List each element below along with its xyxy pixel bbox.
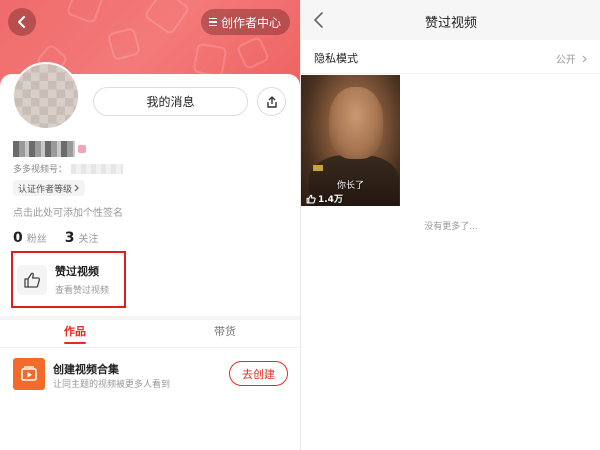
page-title: 赞过视频 <box>424 16 477 31</box>
collection-subtitle: 让同主题的视频被更多人看到 <box>53 380 171 390</box>
chevron-right-icon <box>582 55 587 63</box>
play-icon <box>21 366 37 381</box>
video-id-blurred <box>71 163 124 174</box>
cert-tag-label: 认证作者等级 <box>18 184 73 195</box>
create-collection-row: 创建视频合集 让同主题的视频被更多人看到 去创建 <box>13 358 289 392</box>
banner-decoration <box>65 0 105 25</box>
tab-works[interactable]: 作品 <box>64 323 86 339</box>
liked-videos-panel: 赞过视频 隐私模式 公开 你长了 1.4万 没有更多了... <box>300 0 600 450</box>
thumbnail-insignia <box>313 165 323 171</box>
content-tabs: 作品 带货 <box>0 320 300 348</box>
highlight-box: 赞过视频 查看赞过视频 <box>11 251 126 308</box>
banner-decoration <box>106 26 142 62</box>
my-messages-button[interactable]: 我的消息 <box>93 87 248 116</box>
username <box>13 140 86 158</box>
privacy-mode-row[interactable]: 隐私模式 公开 <box>301 40 600 74</box>
liked-videos-entry[interactable]: 赞过视频 查看赞过视频 <box>15 255 122 304</box>
privacy-value-text: 公开 <box>555 55 576 66</box>
collection-icon <box>13 358 45 390</box>
collection-title: 创建视频合集 <box>53 363 119 376</box>
signature-placeholder[interactable]: 点击此处可添加个性签名 <box>13 204 123 219</box>
privacy-mode-label: 隐私模式 <box>314 52 358 65</box>
video-thumbnail[interactable]: 你长了 1.4万 <box>301 75 400 206</box>
banner-decoration <box>192 42 228 78</box>
following-label: 关注 <box>78 234 99 245</box>
video-like-count-text: 1.4万 <box>318 195 343 205</box>
video-caption: 你长了 <box>336 181 364 191</box>
chevron-right-icon <box>74 184 79 192</box>
tab-sales[interactable]: 带货 <box>214 323 236 339</box>
creator-center-button[interactable]: 创作者中心 <box>200 9 290 35</box>
gender-badge <box>78 145 86 153</box>
no-more-text: 没有更多了... <box>424 222 478 232</box>
liked-videos-header: 赞过视频 <box>301 0 600 40</box>
video-id-label: 多多视频号： <box>13 165 68 175</box>
share-icon <box>266 95 277 108</box>
video-id-row: 多多视频号： <box>13 162 124 175</box>
menu-icon <box>208 17 217 27</box>
username-blurred <box>13 141 75 157</box>
follow-stats: 0 粉丝 3 关注 <box>13 230 99 246</box>
thumbs-up-icon <box>17 264 47 295</box>
thumbs-up-icon <box>306 194 316 203</box>
creator-center-label: 创作者中心 <box>220 15 281 30</box>
following-stat[interactable]: 3 关注 <box>65 230 99 246</box>
share-button[interactable] <box>257 87 286 116</box>
following-count: 3 <box>64 230 75 246</box>
profile-panel: 创作者中心 我的消息 多多视频号： 认证作者等级 点击此处可添加个性签名 0 粉… <box>0 0 300 450</box>
followers-count: 0 <box>13 230 23 246</box>
back-button[interactable] <box>8 8 36 36</box>
active-tab-indicator <box>64 342 86 344</box>
banner-decoration <box>235 35 271 71</box>
followers-label: 粉丝 <box>26 234 47 245</box>
video-like-count: 1.4万 <box>306 192 343 205</box>
liked-videos-subtitle: 查看赞过视频 <box>55 286 110 296</box>
avatar[interactable] <box>12 62 80 130</box>
certified-author-level-tag[interactable]: 认证作者等级 <box>13 180 86 196</box>
go-create-button[interactable]: 去创建 <box>229 361 288 386</box>
banner-decoration <box>143 0 191 36</box>
followers-stat[interactable]: 0 粉丝 <box>13 230 47 246</box>
back-icon <box>18 16 25 28</box>
privacy-mode-value: 公开 <box>556 51 588 66</box>
thumbnail-figure-face <box>329 87 383 159</box>
liked-videos-title: 赞过视频 <box>55 265 99 278</box>
